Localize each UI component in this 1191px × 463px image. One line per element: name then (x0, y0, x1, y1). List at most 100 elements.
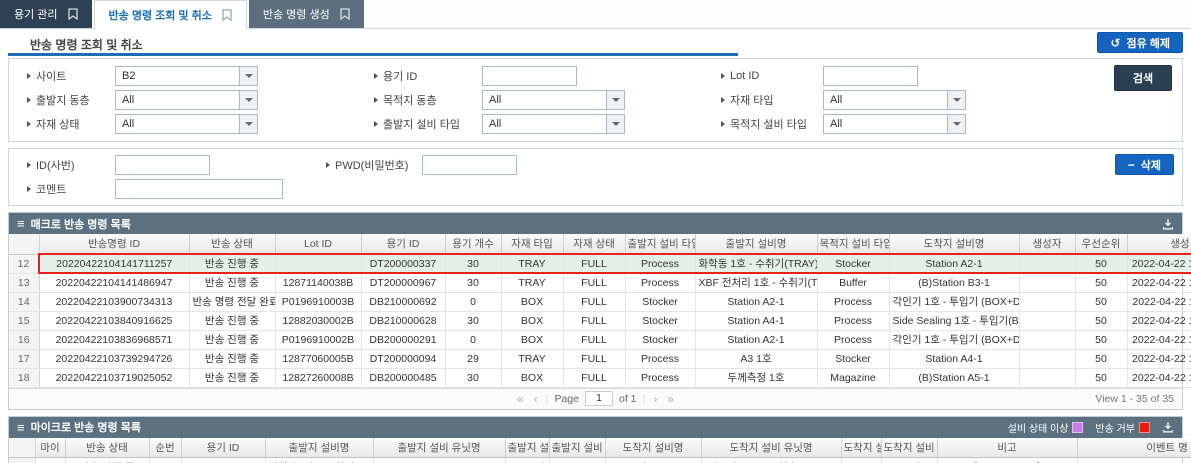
cell: DB210000628 (361, 311, 445, 330)
row-number: 16 (9, 330, 39, 349)
column-header[interactable]: 반송 상태 (65, 438, 149, 458)
tab-container-management[interactable]: 용기 관리 (0, 0, 92, 28)
자재 상태-select[interactable]: All (115, 114, 258, 134)
column-header[interactable]: 생성자 (1019, 234, 1075, 254)
column-header[interactable]: 용기 ID (181, 438, 265, 458)
자재 타입-select[interactable]: All (823, 90, 966, 110)
select-value: B2 (116, 67, 239, 85)
table-row[interactable]: 1320220422104141486947반송 진행 중12871140038… (9, 273, 1191, 292)
출발지 동층-select[interactable]: All (115, 90, 258, 110)
column-header[interactable]: 용기 ID (361, 234, 445, 254)
table-row[interactable]: 120반송 진행 중1DT200000337화학동 1호 - 수취기(TRAYT… (9, 458, 1191, 463)
chevron-down-icon[interactable] (606, 115, 624, 133)
filter-row: 자재 상태All출발지 설비 타입All목적지 설비 타입All (9, 112, 1182, 136)
cell: 50 (1075, 273, 1127, 292)
macro-section-header: ≡ 매크로 반송 명령 목록 (9, 213, 1182, 234)
table-row[interactable]: 1820220422103719025052반송 진행 중12827260008… (9, 368, 1191, 387)
column-header[interactable]: 출발지 설비 타입 (625, 234, 695, 254)
macro-table: 반송명령 ID반송 상태Lot ID용기 ID용기 개수자재 타입자재 상태출발… (9, 234, 1191, 388)
column-header[interactable]: 반송 상태 (189, 234, 275, 254)
download-icon[interactable] (1162, 218, 1174, 230)
cell: Station A4-1 (889, 349, 1019, 368)
cell: 반송 진행 중 (189, 349, 275, 368)
table-row[interactable]: 1220220422104141711257반송 진행 중DT200000337… (9, 254, 1191, 273)
select-value: All (483, 91, 606, 109)
tab-transport-query-cancel[interactable]: 반송 명령 조회 및 취소 (94, 0, 247, 29)
column-header[interactable]: 용기 개수 (445, 234, 501, 254)
chevron-down-icon[interactable] (239, 91, 257, 109)
PWD(비밀번호)-input[interactable] (422, 155, 517, 175)
column-header[interactable]: Lot ID (275, 234, 361, 254)
table-row[interactable]: 1520220422103840916625반송 진행 중12882030002… (9, 311, 1191, 330)
column-header[interactable]: 순번 (149, 438, 181, 458)
app-window: 용기 관리 반송 명령 조회 및 취소 반송 명령 생성 반송 명령 조회 및 … (0, 0, 1191, 463)
column-header[interactable]: 출발지 설 (505, 438, 549, 458)
ID(사번)-input[interactable] (115, 155, 210, 175)
bookmark-icon[interactable] (340, 8, 350, 20)
prev-page-button[interactable]: ‹ (532, 392, 540, 406)
Lot ID-input[interactable] (823, 66, 918, 86)
코멘트-input[interactable] (115, 179, 283, 199)
menu-icon[interactable]: ≡ (17, 216, 25, 231)
bookmark-icon[interactable] (222, 9, 232, 21)
column-header[interactable]: 마이 (35, 438, 65, 458)
column-header[interactable]: 이벤트 명 (1077, 438, 1191, 458)
cell: 반송 진행 중 (189, 330, 275, 349)
column-header[interactable]: 반송명령 ID (39, 234, 189, 254)
tab-transport-create[interactable]: 반송 명령 생성 (249, 0, 364, 28)
column-header[interactable]: 생성 일시 (1127, 234, 1191, 254)
table-row[interactable]: 1420220422103900734313반송 명령 전달 완료P019691… (9, 292, 1191, 311)
cell: TRAY (501, 349, 563, 368)
column-header[interactable]: 출발지 설비 (549, 438, 605, 458)
search-button[interactable]: 검색 (1114, 65, 1172, 91)
cell: 20220422103719025052 (39, 368, 189, 387)
column-header[interactable]: 도착지 설비명 (605, 438, 701, 458)
micro-section-title: 마이크로 반송 명령 목록 (31, 419, 141, 435)
delete-button[interactable]: − 삭제 (1115, 154, 1174, 175)
cell: Stocker (625, 311, 695, 330)
cell: InService (881, 458, 937, 463)
column-header[interactable]: 목적지 설비 타입 (817, 234, 889, 254)
menu-icon[interactable]: ≡ (17, 420, 25, 435)
cell: 20220422104141486947 (39, 273, 189, 292)
table-row[interactable]: 1720220422103739294726반송 진행 중12877060005… (9, 349, 1191, 368)
column-header[interactable]: 출발지 설비명 (695, 234, 817, 254)
chevron-down-icon[interactable] (606, 91, 624, 109)
chevron-down-icon[interactable] (947, 91, 965, 109)
용기 ID-input[interactable] (482, 66, 577, 86)
download-icon[interactable] (1162, 421, 1174, 433)
column-header[interactable]: 출발지 설비명 (265, 438, 373, 458)
column-header[interactable]: 도착지 설 (841, 438, 881, 458)
cell: A동 2층 Station 입출고 Port (#1) (701, 458, 841, 463)
column-header[interactable]: 비고 (937, 438, 1077, 458)
chevron-down-icon[interactable] (947, 115, 965, 133)
column-header[interactable]: 도착지 설비명 (889, 234, 1019, 254)
table-row[interactable]: 1620220422103836968571반송 진행 중P0196910002… (9, 330, 1191, 349)
bookmark-icon[interactable] (68, 8, 78, 20)
release-occupancy-button[interactable]: ↺ 점유 해제 (1097, 32, 1183, 53)
chevron-down-icon[interactable] (239, 115, 257, 133)
cell: 12877060005B (275, 349, 361, 368)
column-header[interactable]: 도착지 설비 유닛명 (701, 438, 841, 458)
사이트-select[interactable]: B2 (115, 66, 258, 86)
column-header[interactable]: 출발지 설비 유닛명 (373, 438, 505, 458)
pagination-bar: « ‹ | Page of 1 | › » View 1 - 35 of 35 (9, 388, 1182, 409)
first-page-button[interactable]: « (515, 392, 526, 406)
목적지 동층-select[interactable]: All (482, 90, 625, 110)
column-header[interactable]: 우선순위 (1075, 234, 1127, 254)
목적지 설비 타입-select[interactable]: All (823, 114, 966, 134)
출발지 설비 타입-select[interactable]: All (482, 114, 625, 134)
last-page-button[interactable]: » (665, 392, 676, 406)
legend-item: 설비 상태 이상 (1008, 420, 1084, 435)
chevron-down-icon[interactable] (239, 67, 257, 85)
cell: Process (817, 311, 889, 330)
page-input[interactable] (585, 391, 613, 406)
view-range-label: View 1 - 35 of 35 (1095, 393, 1174, 405)
cell: 50 (1075, 349, 1127, 368)
next-page-button[interactable]: › (651, 392, 659, 406)
column-header[interactable]: 도착지 설비 (881, 438, 937, 458)
micro-transport-section: ≡ 마이크로 반송 명령 목록 설비 상태 이상반송 거부 마이반송 상태순번용… (8, 416, 1183, 463)
column-header[interactable]: 자재 타입 (501, 234, 563, 254)
column-header[interactable]: 자재 상태 (563, 234, 625, 254)
cell: 각인기 1호 - 투입기 (BOX+D (889, 292, 1019, 311)
